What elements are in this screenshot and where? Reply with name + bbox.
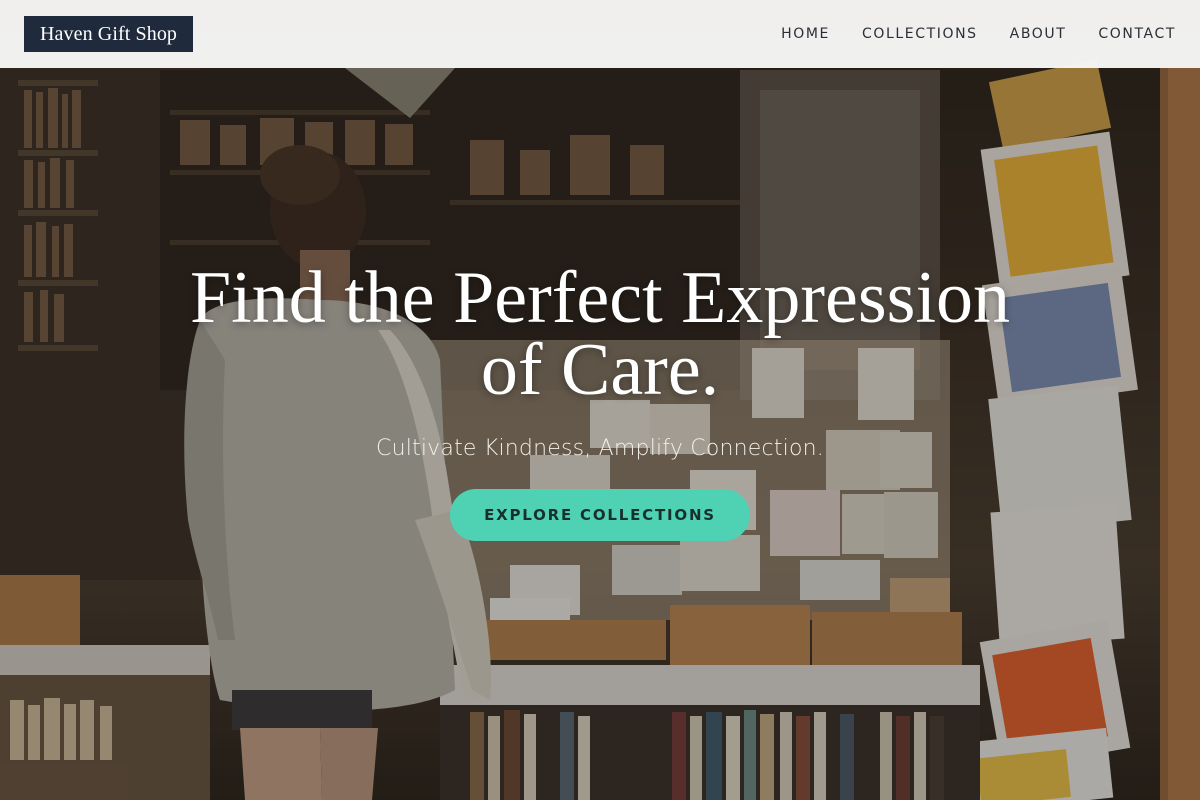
brand-logo[interactable]: Haven Gift Shop bbox=[24, 16, 194, 52]
explore-collections-button[interactable]: EXPLORE COLLECTIONS bbox=[450, 489, 750, 541]
hero-subtitle: Cultivate Kindness, Amplify Connection. bbox=[376, 436, 824, 461]
nav-item-home[interactable]: HOME bbox=[781, 26, 830, 42]
nav-item-collections[interactable]: COLLECTIONS bbox=[862, 26, 978, 42]
main-nav: HOME COLLECTIONS ABOUT CONTACT bbox=[749, 26, 1176, 42]
nav-item-contact[interactable]: CONTACT bbox=[1098, 26, 1176, 42]
hero-section: Find the Perfect Expression of Care. Cul… bbox=[0, 257, 1200, 541]
site-header: Haven Gift Shop HOME COLLECTIONS ABOUT C… bbox=[0, 0, 1200, 68]
brand-name: Haven Gift Shop bbox=[40, 22, 178, 45]
nav-item-about[interactable]: ABOUT bbox=[1010, 26, 1067, 42]
hero-title: Find the Perfect Expression of Care. bbox=[190, 257, 1010, 411]
